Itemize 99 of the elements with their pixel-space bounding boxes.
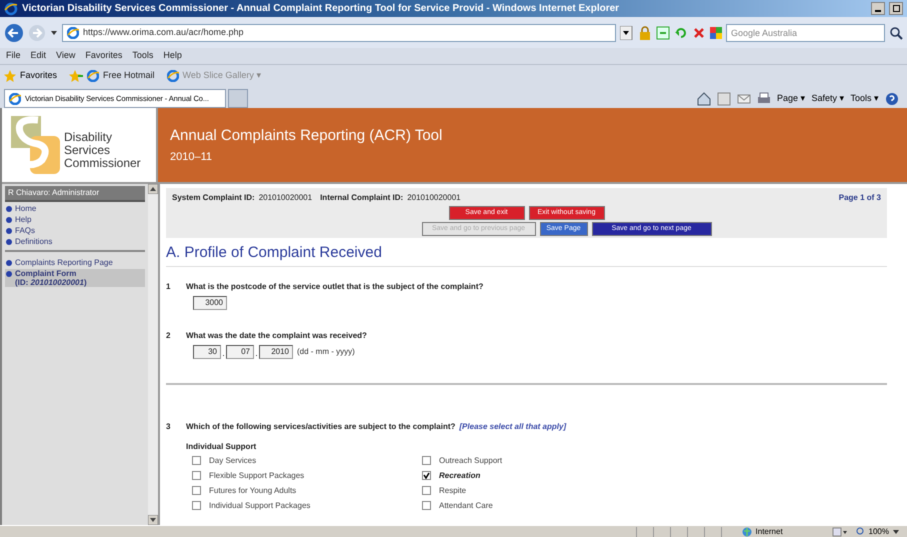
id-value: 201010020001 [407, 192, 462, 204]
id-label: Internal Complaint ID: [320, 192, 404, 204]
section-heading: A. Profile of Complaint Received [166, 242, 887, 266]
sidebar-link[interactable]: Definitions [5, 237, 145, 246]
page-icon [87, 70, 100, 82]
option-label: Attendant Care [439, 500, 493, 510]
question-number: 3 [166, 420, 172, 432]
bullet-icon [6, 260, 12, 266]
zone-label: Internet [754, 526, 784, 537]
help-icon[interactable] [885, 92, 899, 106]
zoom-button[interactable]: 100% [856, 526, 899, 537]
back-icon[interactable] [4, 22, 24, 42]
checkbox[interactable] [422, 501, 431, 510]
input-field[interactable]: 2010 [259, 344, 293, 358]
zoom-icon [856, 527, 865, 536]
option-label: Flexible Support Packages [209, 470, 304, 480]
browser-icon [4, 2, 18, 16]
caret-icon[interactable] [50, 28, 58, 36]
group-heading: Individual Support [185, 440, 258, 452]
input-field[interactable]: 07 [226, 344, 254, 358]
question-text: What was the date the complaint was received? [186, 330, 367, 342]
refresh-icon[interactable] [674, 26, 688, 40]
menu-item[interactable]: Help [163, 49, 182, 63]
menu-item[interactable]: Tools [132, 49, 154, 63]
mail-icon[interactable] [736, 92, 751, 106]
search-icon[interactable] [889, 26, 903, 40]
logo-text: Disability [64, 130, 114, 144]
option-label: Outreach Support [439, 456, 502, 466]
sidebar-link[interactable]: FAQs [5, 226, 145, 235]
check-icon [423, 472, 430, 479]
format-hint: (dd - mm - yyyy) [297, 346, 355, 358]
menu-item[interactable]: View [56, 49, 76, 63]
checkbox[interactable] [422, 471, 431, 480]
page-icon [9, 92, 21, 104]
scroll-up-icon[interactable] [148, 184, 158, 194]
new-tab-button[interactable] [228, 89, 248, 108]
question-number: 2 [166, 330, 172, 342]
print-icon[interactable] [756, 92, 771, 106]
checkbox[interactable] [422, 486, 431, 495]
minimize-button[interactable] [871, 2, 885, 15]
instruction-note: [Please select all that apply] [459, 420, 566, 432]
checkbox[interactable] [192, 486, 201, 495]
option-label: Individual Support Packages [209, 500, 310, 510]
bullet-icon [6, 206, 12, 212]
input-field[interactable]: 30 [193, 344, 221, 358]
bullet-icon [6, 239, 12, 245]
restore-icon [892, 5, 900, 12]
option-label: Recreation [439, 470, 480, 480]
favorites-link[interactable]: Free Hotmail [103, 69, 155, 83]
home-icon[interactable] [696, 92, 711, 106]
checkbox[interactable] [192, 501, 201, 510]
header-subtitle: 2010–11 [170, 150, 214, 165]
sidebar-link[interactable]: Complaints Reporting Page [5, 258, 145, 267]
option-label: Respite [439, 486, 466, 496]
option-label: Futures for Young Adults [209, 486, 296, 496]
checkbox[interactable] [422, 456, 431, 465]
add-favorite-icon[interactable] [69, 70, 84, 82]
question-text: Which of the following services/activities are subject to the complaint? [186, 420, 456, 432]
favorites-button[interactable]: Favorites [20, 69, 58, 83]
sidebar-link[interactable]: Complaint Form (ID: 201010020001) [5, 269, 145, 287]
google-icon [710, 26, 722, 38]
question-text: What is the postcode of the service outlet that is the subject of the complaint? [186, 280, 484, 292]
globe-icon [742, 526, 752, 536]
header-title: Annual Complaints Reporting (ACR) Tool [170, 126, 444, 146]
logo-text: Services [64, 144, 110, 156]
window-title: Victorian Disability Services Commissioner - Annual Complaint Reporting Tool for Service Provid - Windows Internet Explorer [22, 2, 620, 16]
restore-button[interactable] [889, 2, 903, 15]
page-indicator: Page 1 of 3 [838, 192, 881, 204]
menu-item[interactable]: Edit [30, 49, 46, 63]
sidebar-link[interactable]: Home [5, 204, 145, 213]
bullet-icon [6, 217, 12, 223]
command-button[interactable]: Tools ▾ [850, 92, 879, 106]
id-value: 201010020001 [258, 192, 312, 204]
search-field[interactable]: Google Australia [726, 24, 885, 42]
stop-icon[interactable] [692, 26, 706, 40]
page-icon [166, 70, 179, 82]
bullet-icon [6, 271, 12, 277]
menu-item[interactable]: Favorites [85, 49, 122, 63]
dropdown-icon[interactable] [620, 26, 634, 40]
id-label: System Complaint ID: [172, 192, 255, 204]
question-number: 1 [166, 280, 172, 292]
input-field[interactable]: 3000 [193, 296, 227, 310]
minimize-icon [875, 10, 881, 12]
logo-icon [10, 114, 60, 176]
star-icon [4, 70, 16, 82]
checkbox[interactable] [192, 456, 201, 465]
command-button[interactable]: Page ▾ [776, 92, 806, 106]
menu-item[interactable]: File [6, 49, 21, 63]
sidebar-link[interactable]: Help [5, 215, 145, 224]
logo-text: Commissioner [64, 156, 141, 170]
command-button[interactable]: Safety ▾ [811, 92, 844, 106]
option-label: Day Services [209, 456, 256, 466]
caret-icon [893, 528, 899, 534]
user-label: R Chiavaro: Administrator [5, 186, 145, 202]
bullet-icon [6, 228, 12, 234]
address-field[interactable]: https://www.orima.com.au/acr/home.php [62, 24, 616, 42]
scroll-down-icon[interactable] [148, 515, 158, 525]
checkbox[interactable] [192, 471, 201, 480]
page-icon [67, 26, 79, 38]
